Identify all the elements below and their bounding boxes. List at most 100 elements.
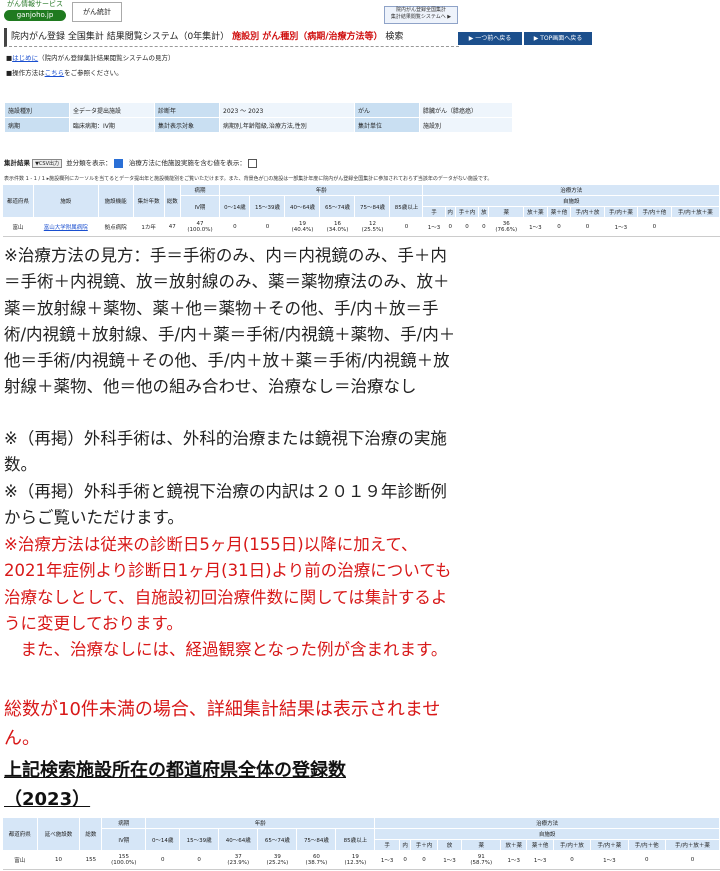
col-treat: 放＋薬 [500, 839, 528, 851]
cell-value: 0 [265, 224, 270, 230]
cell-value: 0 [465, 224, 469, 230]
cell-pct: (25.5%) [361, 227, 384, 233]
condition-value: 2023 ～ 2023 [219, 102, 355, 118]
cell-age: 0 [179, 850, 219, 870]
cell-value: 1〜3 [443, 858, 456, 864]
cell-value: 0 [422, 857, 426, 863]
facility-results-table: 都道府県 施設 施設機能 集計年数 総数 病期 年齢 治療方法 IV期 0〜14… [2, 184, 720, 237]
top-button[interactable]: ▶ TOP画面へ戻る [524, 32, 592, 45]
cell-treat: 0 [455, 217, 479, 237]
col-stage-iv: IV期 [179, 195, 221, 218]
col-pref: 都道府県 [2, 184, 34, 218]
cell-treat: 0 [478, 217, 489, 237]
col-treatment: 治療方法 [374, 817, 720, 829]
show-zero-checkbox[interactable] [247, 158, 257, 168]
cell-value: 1〜3 [529, 225, 542, 231]
col-treat: 手/内＋薬 [603, 206, 639, 218]
col-age-2: 40〜64歳 [284, 195, 321, 218]
cell-value: 0 [690, 857, 695, 863]
intro-line1: ■はじめに（院内がん登録集計結果閲覧システムの見方） [6, 52, 174, 62]
intro-link[interactable]: はじめに [12, 54, 38, 62]
cell-pct: (12.3%) [344, 860, 367, 866]
facility-link[interactable]: 富山大学附属病院 [33, 217, 99, 237]
cell-stage: 155 (100.0%) [101, 850, 146, 870]
col-treat: 手/内＋他 [627, 839, 666, 851]
cell-treat: 36 (76.6%) [488, 217, 524, 237]
condition-value: 全データ提出施設 [69, 102, 155, 118]
show-sections-label: 並分類を表示： [66, 159, 112, 167]
condition-row: 施設種別 全データ提出施設 診断年 2023 ～ 2023 がん 膵臓がん（膵癌… [4, 102, 513, 118]
col-treat: 手/内＋他 [637, 206, 672, 218]
minimum-count-note: 総数が10件未満の場合、詳細集計結果は表示されません。 [4, 699, 441, 749]
title-red: 施設別 がん種別（病期/治療方法等） [232, 32, 383, 42]
cell-facility-count: 10 [37, 850, 80, 870]
cell-age: 0 [145, 850, 180, 870]
ganjoho-logo[interactable]: がん情報サービス ganjoho.jp [4, 0, 66, 22]
breakdown-note: ※（再掲）外科手術と鏡視下治療の内訳は２０１９年診断例からご覧いただけます。 [4, 482, 447, 528]
cell-value: 1〜3 [427, 225, 441, 231]
results-label: 集計結果 [4, 159, 30, 167]
show-zero-label: 治療方法に他施設実施を含む値を表示： [128, 159, 246, 167]
cell-treat: 1〜3 [422, 217, 446, 237]
cell-treat: 1〜3 [590, 850, 629, 870]
csv-export-button[interactable]: ▼CSV出力 [32, 158, 63, 168]
col-stage-iv: IV期 [101, 828, 147, 851]
cell-value: 0 [557, 224, 561, 230]
cell-pct: (76.6%) [495, 227, 518, 233]
col-treat: 薬＋他 [526, 839, 554, 851]
col-treat: 手/内＋放＋薬 [664, 839, 720, 851]
condition-label: 診断年 [154, 102, 220, 118]
col-treat: 薬＋他 [546, 206, 572, 218]
col-age-1: 15〜39歳 [249, 195, 286, 218]
condition-value: 膵臓がん（膵癌癌） [419, 102, 513, 118]
condition-label: 集計単位 [354, 117, 420, 133]
col-age-3: 65〜74歳 [257, 828, 298, 851]
operation-rest: をご参照ください。 [64, 69, 123, 77]
operation-text: ■操作方法は [6, 69, 45, 77]
cell-total: 47 [164, 217, 181, 237]
cell-treat: 0 [665, 850, 720, 870]
treatment-legend-note: ※治療方法の見方：手＝手術のみ、内＝内視鏡のみ、手＋内＝手術＋内視鏡、放＝放射線… [4, 246, 456, 397]
col-facility-count: 延べ施設数 [36, 817, 81, 851]
cell-stage: 47 (100.0%) [180, 217, 220, 237]
condition-value: 施設別 [419, 117, 513, 133]
cell-value: 1〜3 [603, 858, 616, 864]
cell-treat: 1〜3 [604, 217, 638, 237]
show-sections-checkbox[interactable] [113, 158, 123, 168]
col-age-0: 0〜14歳 [145, 828, 181, 851]
cell-pct: (25.2%) [266, 860, 289, 866]
cell-value: 0 [482, 224, 486, 230]
condition-value: 病期別,年齢階級,治療方法,性別 [219, 117, 355, 133]
intro-text: （院内がん登録集計結果閲覧システムの見方） [38, 54, 175, 62]
col-pref: 都道府県 [2, 817, 38, 851]
col-treat: 放＋薬 [523, 206, 548, 218]
tab-cancer-statistics[interactable]: がん統計 [72, 2, 122, 22]
col-age-3: 65〜74歳 [319, 195, 356, 218]
cell-treat: 0 [445, 217, 456, 237]
cell-years: 1カ年 [133, 217, 165, 237]
back-button[interactable]: ▶ 一つ前へ戻る [458, 32, 522, 45]
col-treat: 薬 [461, 839, 502, 851]
surgery-note: ※（再掲）外科手術は、外科的治療または鏡視下治療の実施数。 [4, 429, 447, 475]
col-treat: 手/内＋放＋薬 [670, 206, 720, 218]
cell-age: 19 (12.3%) [335, 850, 375, 870]
col-age-1: 15〜39歳 [179, 828, 220, 851]
search-conditions-table: 施設種別 全データ提出施設 診断年 2023 ～ 2023 がん 膵臓がん（膵癌… [4, 102, 513, 133]
col-own-facility: 自施設 [374, 828, 720, 840]
banner-line1: 院内がん登録全国集計 [395, 7, 446, 13]
cell-treat: 0 [553, 850, 591, 870]
col-own-facility: 自施設 [422, 195, 720, 207]
cell-pct: (34.0%) [326, 227, 349, 233]
col-treat: 手/内＋薬 [590, 839, 629, 851]
cell-treat: 1〜3 [374, 850, 400, 870]
col-treat: 手 [374, 839, 401, 851]
col-age-5: 85歳以上 [389, 195, 424, 218]
operation-link[interactable]: こちら [45, 69, 65, 77]
col-function: 施設機能 [97, 184, 134, 218]
cell-pref: 富山 [2, 217, 34, 237]
national-registry-banner[interactable]: 院内がん登録全国集計 集計結果閲覧システムへ ▶ [384, 6, 458, 24]
cell-pct: (100.0%) [111, 860, 137, 866]
cell-treat [671, 217, 720, 237]
cell-value: 0 [570, 857, 574, 863]
prefecture-results-table: 都道府県 延べ施設数 総数 病期 年齢 治療方法 IV期 0〜14歳 15〜39… [2, 817, 720, 870]
